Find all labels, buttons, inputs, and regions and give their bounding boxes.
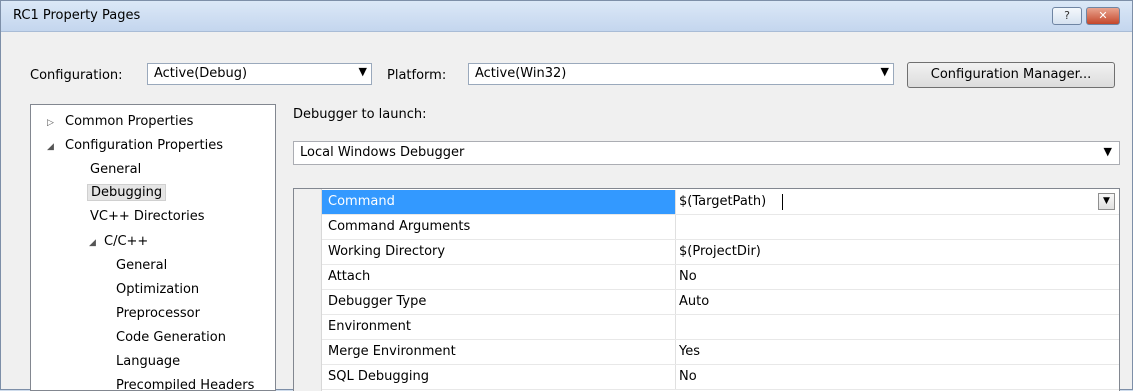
tree-item-vc-directories[interactable]: VC++ Directories [90,209,205,224]
property-name: Debugger Type [328,294,427,309]
debugger-dropdown[interactable]: Local Windows Debugger ▼ [293,141,1120,165]
grid-row-command[interactable]: Command $(TargetPath) ▼ [322,190,1119,215]
column-separator [675,290,676,314]
grid-row-working-directory[interactable]: Working Directory $(ProjectDir) [322,240,1119,265]
property-value: $(ProjectDir) [679,244,761,259]
title-bar[interactable]: RC1 Property Pages ? ✕ [1,1,1132,32]
property-value: No [679,369,697,384]
grid-row-debugger-type[interactable]: Debugger Type Auto [322,290,1119,315]
tree-item-debugging[interactable]: Debugging [87,184,167,201]
column-separator [675,340,676,364]
chevron-down-icon: ▼ [880,65,889,78]
property-value-input[interactable]: $(TargetPath) [679,194,766,209]
property-name: Command [328,194,395,209]
property-name: Environment [328,319,412,334]
configuration-value: Active(Debug) [154,66,248,81]
tree-item-configuration-properties[interactable]: Configuration Properties [65,138,223,153]
column-separator [675,215,676,239]
tree-item-preprocessor[interactable]: Preprocessor [116,306,200,321]
platform-dropdown[interactable]: Active(Win32) ▼ [468,63,894,85]
debugger-value: Local Windows Debugger [300,145,465,160]
property-value: Yes [679,344,700,359]
column-separator [675,315,676,339]
platform-value: Active(Win32) [475,66,567,81]
tree-item-cpp-general[interactable]: General [116,258,167,273]
text-caret [782,194,783,210]
property-grid[interactable]: Command $(TargetPath) ▼ Command Argument… [293,188,1120,391]
property-name: Attach [328,269,371,284]
tree-item-optimization[interactable]: Optimization [116,282,199,297]
tree-item-precompiled-headers[interactable]: Precompiled Headers [116,378,254,390]
expand-icon[interactable]: ▷ [47,118,54,128]
configuration-label: Configuration: [30,68,123,83]
property-value: No [679,269,697,284]
collapse-icon[interactable]: ◢ [89,238,96,248]
column-separator [675,240,676,264]
grid-row-sql-debugging[interactable]: SQL Debugging No [322,365,1119,390]
chevron-down-icon: ▼ [1103,145,1112,158]
grid-row-merge-environment[interactable]: Merge Environment Yes [322,340,1119,365]
collapse-icon[interactable]: ◢ [47,142,54,152]
tree-item-c-cpp[interactable]: C/C++ [104,234,148,249]
property-tree[interactable]: ▷ Common Properties ◢ Configuration Prop… [30,104,276,391]
grid-row-environment[interactable]: Environment [322,315,1119,340]
grid-gutter [294,189,322,391]
column-separator [675,265,676,289]
tree-item-language[interactable]: Language [116,354,180,369]
platform-label: Platform: [387,68,447,83]
configuration-dropdown[interactable]: Active(Debug) ▼ [147,63,372,85]
chevron-down-icon[interactable]: ▼ [1098,193,1115,210]
property-pages-window: RC1 Property Pages ? ✕ Configuration: Ac… [0,0,1133,391]
chevron-down-icon: ▼ [358,65,367,78]
grid-row-command-arguments[interactable]: Command Arguments [322,215,1119,240]
window-title: RC1 Property Pages [13,8,141,23]
debugger-to-launch-label: Debugger to launch: [293,107,427,122]
property-name: Merge Environment [328,344,456,359]
tree-item-general[interactable]: General [90,162,141,177]
grid-row-attach[interactable]: Attach No [322,265,1119,290]
close-button[interactable]: ✕ [1086,7,1120,25]
column-separator [675,365,676,389]
property-name: Working Directory [328,244,446,259]
configuration-manager-button[interactable]: Configuration Manager... [907,62,1115,88]
help-button[interactable]: ? [1052,7,1082,25]
tree-item-code-generation[interactable]: Code Generation [116,330,226,345]
property-name: Command Arguments [328,219,471,234]
tree-item-common-properties[interactable]: Common Properties [65,114,193,129]
column-separator [675,190,676,214]
property-value: Auto [679,294,710,309]
property-name: SQL Debugging [328,369,429,384]
